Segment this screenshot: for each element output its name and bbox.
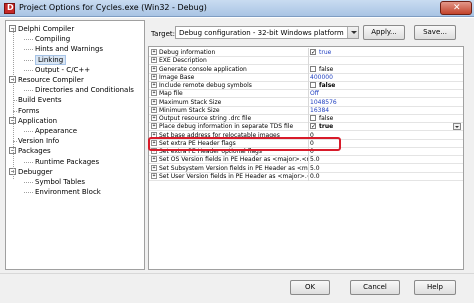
expand-icon[interactable]: +	[151, 123, 157, 130]
tree-item[interactable]: Forms	[18, 106, 39, 116]
app-icon: D	[4, 3, 15, 14]
expand-icon[interactable]: +	[151, 172, 157, 179]
tree-item-label: Application	[18, 116, 58, 125]
title-bar: D Project Options for Cycles.exe (Win32 …	[0, 0, 474, 17]
tree-item-label: Build Events	[18, 96, 62, 105]
tree-item[interactable]: Runtime Packages	[35, 157, 99, 167]
expand-icon[interactable]: +	[151, 57, 157, 64]
help-button[interactable]: Help	[414, 280, 456, 295]
tree-item-label: Symbol Tables	[35, 178, 86, 186]
apply-button[interactable]: Apply...	[363, 25, 405, 40]
property-checkbox[interactable]: ✓	[310, 123, 316, 130]
property-checkbox[interactable]	[310, 115, 316, 121]
tree-item-label: Output - C/C++	[35, 65, 91, 74]
expand-icon[interactable]: +	[151, 106, 157, 113]
tree-connector	[24, 39, 33, 41]
tree-item-label: Debugger	[18, 167, 53, 176]
expand-icon[interactable]: +	[151, 73, 157, 80]
tree-item-label: Delphi Compiler	[18, 25, 75, 33]
save-button[interactable]: Save...	[414, 25, 456, 40]
tree-connector	[24, 192, 33, 194]
target-select[interactable]: Debug configuration - 32-bit Windows pla…	[175, 26, 359, 39]
property-row[interactable]: + Set User Version fields in PE Header as…	[149, 171, 463, 181]
tree-connector	[24, 90, 33, 92]
highlight-box	[148, 137, 341, 151]
tree-item-label: Version Info	[18, 137, 60, 146]
options-tree[interactable]: − Delphi Compiler Compiling Hints and Warni…	[5, 20, 145, 270]
tree-item[interactable]: Compiling	[35, 34, 70, 44]
ok-button[interactable]: OK	[290, 280, 330, 295]
tree-item[interactable]: Packages	[18, 146, 51, 156]
expand-icon[interactable]: +	[151, 90, 157, 97]
close-icon: ✕	[453, 3, 461, 13]
chevron-down-icon[interactable]	[453, 123, 461, 131]
button-bar	[0, 273, 474, 303]
tree-item[interactable]: Environment Block	[35, 187, 101, 197]
expand-icon[interactable]: +	[151, 164, 157, 171]
tree-item-label: Resource Compiler	[18, 76, 84, 84]
tree-item-label: Hints and Warnings	[35, 45, 104, 54]
tree-item[interactable]: Version Info	[18, 136, 59, 146]
tree-item[interactable]: Output - C/C++	[35, 65, 90, 75]
tree-item[interactable]: Resource Compiler	[18, 75, 84, 85]
property-grid[interactable]: + Debug information ✓ true + EXE Description +…	[148, 46, 464, 270]
tree-connector	[24, 59, 33, 61]
tree-connector	[24, 49, 33, 51]
tree-item[interactable]: Delphi Compiler	[18, 24, 74, 34]
target-label: Target:	[151, 30, 176, 38]
property-name: Set User Version fields in PE Header as …	[159, 171, 309, 181]
tree-connector	[24, 161, 33, 163]
tree-connector	[13, 29, 14, 179]
tree-item-label: Linking	[35, 54, 67, 65]
tree-item[interactable]: Linking	[35, 54, 67, 65]
tree-item-label: Packages	[18, 147, 51, 156]
tree-item-label: Appearance	[35, 127, 78, 135]
tree-item-label: Environment Block	[35, 188, 101, 197]
property-checkbox[interactable]	[310, 65, 316, 72]
tree-item[interactable]: Build Events	[18, 95, 62, 105]
property-value[interactable]: 0.0	[310, 172, 320, 181]
window-title: Project Options for Cycles.exe (Win32 - …	[19, 3, 207, 12]
tree-connector	[24, 182, 33, 183]
tree-item-label: Forms	[18, 106, 40, 115]
property-checkbox[interactable]: ✓	[310, 49, 316, 56]
expand-icon[interactable]: +	[151, 65, 157, 72]
tree-item[interactable]: Application	[18, 116, 57, 126]
app-icon-glyph: D	[7, 3, 14, 12]
property-checkbox[interactable]	[310, 82, 316, 88]
tree-item[interactable]: Debugger	[18, 167, 53, 177]
tree-connector	[24, 69, 33, 71]
expand-icon[interactable]: +	[151, 156, 157, 163]
expand-icon[interactable]: +	[151, 115, 157, 121]
tree-item[interactable]: Appearance	[35, 126, 77, 136]
tree-item-label: Compiling	[35, 35, 71, 44]
tree-item[interactable]: Hints and Warnings	[35, 44, 103, 54]
tree-item[interactable]: Directories and Conditionals	[35, 85, 134, 95]
chevron-down-icon[interactable]	[347, 27, 358, 38]
tree-item-label: Directories and Conditionals	[35, 86, 134, 95]
target-select-value: Debug configuration - 32-bit Windows pla…	[179, 29, 344, 37]
cancel-button[interactable]: Cancel	[350, 280, 400, 295]
tree-item[interactable]: Symbol Tables	[35, 177, 85, 187]
tree-connector	[24, 131, 33, 132]
expand-icon[interactable]: +	[151, 49, 157, 55]
expand-icon[interactable]: +	[151, 98, 157, 105]
close-button[interactable]: ✕	[440, 1, 472, 15]
expand-icon[interactable]: +	[151, 82, 157, 88]
tree-item-label: Runtime Packages	[35, 157, 100, 166]
